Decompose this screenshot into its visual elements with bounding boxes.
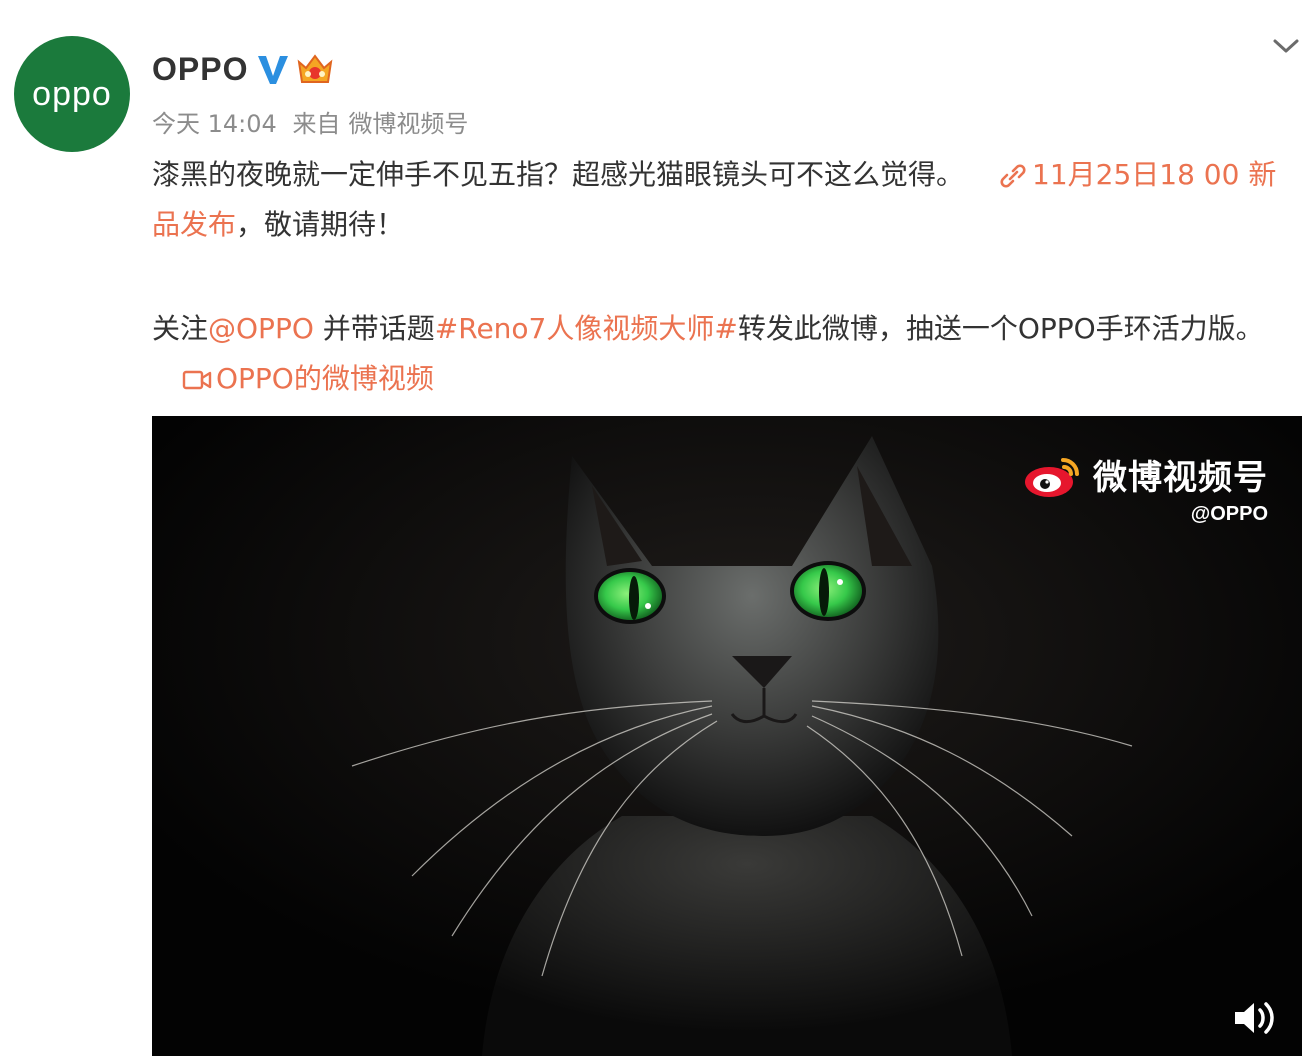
post-source[interactable]: 微博视频号 [348,110,468,138]
post-paragraph-1: 漆黑的夜晚就一定伸手不见五指？超感光猫眼镜头可不这么觉得。 11月25日18 00… [152,150,1292,250]
mention-link[interactable]: @OPPO [208,312,314,345]
topic-prefix: 并带话题 [313,312,435,345]
post-text-line1: 漆黑的夜晚就一定伸手不见五指？超感光猫眼镜头可不这么觉得。 [152,158,965,191]
source-prefix: 来自 [292,110,341,138]
topic-link[interactable]: #Reno7人像视频大师# [435,312,738,345]
watermark-handle: @OPPO [1190,503,1268,525]
post-paragraph-2: 关注@OPPO 并带话题#Reno7人像视频大师#转发此微博，抽送一个OPPO手… [152,304,1292,404]
post-meta: 今天 14:04 来自 微博视频号 [152,104,468,138]
follow-prefix: 关注 [152,312,209,345]
volume-icon[interactable] [1232,998,1278,1038]
post-text-line1-suffix: ，敬请期待！ [236,208,405,241]
video-watermark: 微博视频号 @OPPO [1023,450,1268,526]
avatar-logo-text: oppo [32,74,112,113]
watermark-title: 微博视频号 [1093,458,1268,498]
link-icon [1000,164,1026,188]
paragraph-spacer [152,250,1292,304]
post-text: 漆黑的夜晚就一定伸手不见五指？超感光猫眼镜头可不这么觉得。 11月25日18 00… [152,150,1292,404]
verified-icon[interactable] [256,52,290,86]
video-link[interactable]: OPPO的微博视频 [216,362,434,395]
post-time[interactable]: 今天 14:04 [152,110,277,138]
avatar[interactable]: oppo [14,36,130,152]
chevron-down-icon[interactable] [1272,32,1300,60]
video-icon [182,370,212,390]
post-header: OPPO [152,46,334,92]
weibo-logo-icon [1025,457,1079,497]
video-player[interactable]: 微博视频号 @OPPO [152,416,1302,1056]
repost-text: 转发此微博，抽送一个OPPO手环活力版。 [737,312,1264,345]
vip-crown-icon[interactable] [296,52,334,86]
username[interactable]: OPPO [152,51,248,88]
